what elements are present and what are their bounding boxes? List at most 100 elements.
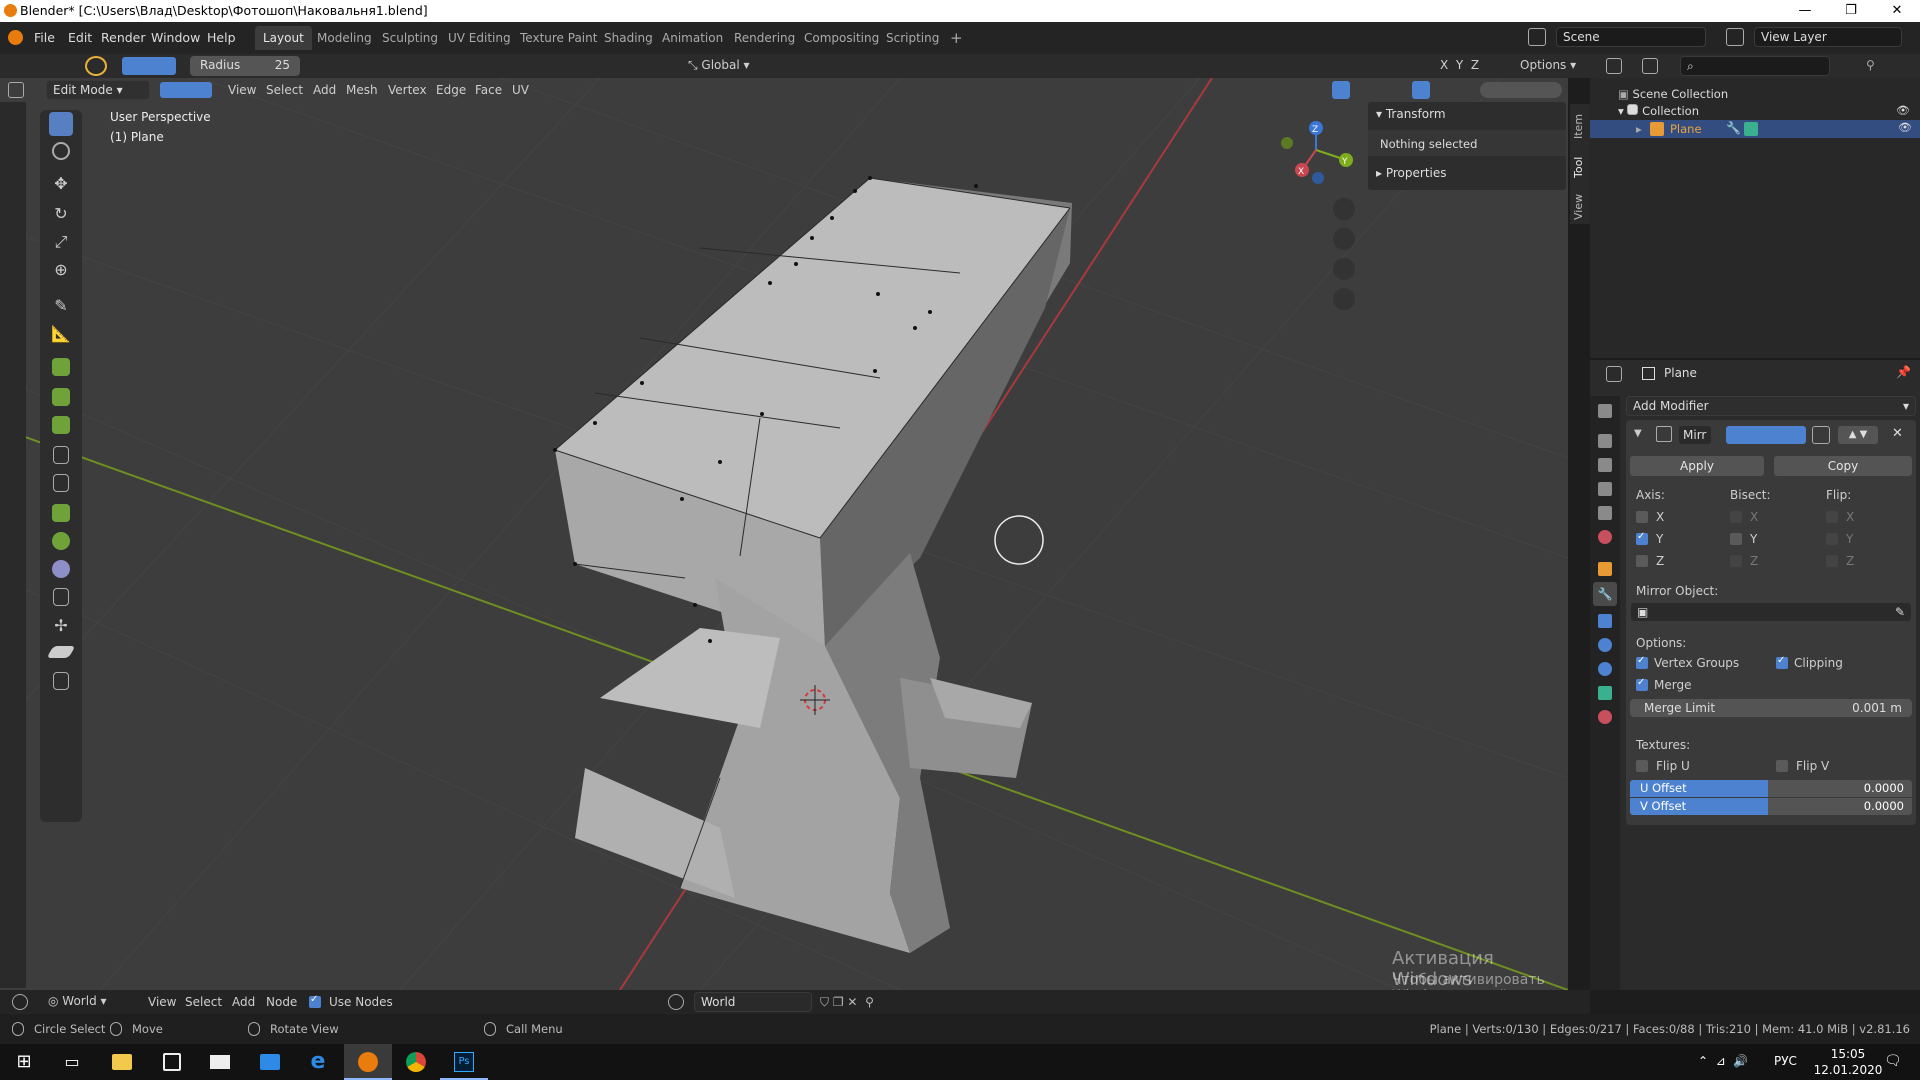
scale-tool-icon[interactable]: ⤢ [49, 232, 73, 256]
extrude-tool-icon[interactable] [52, 358, 70, 376]
bisect-x-checkbox[interactable] [1730, 511, 1742, 523]
output-properties-icon[interactable] [1598, 458, 1612, 472]
axis-x-checkbox[interactable] [1636, 511, 1648, 523]
inset-tool-icon[interactable] [52, 388, 70, 406]
plane-row[interactable]: ▸ Plane 🔧 👁 [1590, 120, 1920, 138]
menu-view-nodes[interactable]: View [148, 995, 176, 1009]
menu-edge[interactable]: Edge [436, 83, 466, 97]
mirror-object-field[interactable]: ▣ ✎ [1630, 602, 1912, 622]
scene-icon[interactable] [1528, 28, 1546, 46]
mode-dropdown[interactable]: Edit Mode ▾ [46, 80, 150, 100]
perspective-toggle-icon[interactable] [1333, 288, 1355, 310]
shrink-fatten-tool-icon[interactable]: ✢ [49, 616, 73, 640]
vertex-groups-checkbox[interactable] [1636, 655, 1648, 669]
axis-z-checkbox[interactable] [1636, 555, 1648, 567]
scene-field[interactable]: Scene [1556, 27, 1706, 47]
options-dropdown[interactable]: Options ▾ [1520, 58, 1576, 72]
measure-tool-icon[interactable]: 📐 [49, 324, 73, 348]
axis-y-checkbox[interactable] [1636, 531, 1648, 545]
menu-help[interactable]: Help [207, 30, 236, 45]
cursor-tool-icon[interactable] [52, 142, 70, 160]
constraints-properties-icon[interactable] [1598, 662, 1612, 676]
apply-button[interactable]: Apply [1630, 456, 1764, 476]
object-properties-icon[interactable] [1598, 562, 1612, 576]
menu-add-nodes[interactable]: Add [232, 995, 255, 1009]
minimize-button[interactable]: — [1782, 0, 1828, 22]
view-layer-field[interactable]: View Layer [1754, 27, 1902, 47]
shading-mode-buttons[interactable] [1480, 82, 1562, 98]
menu-vertex[interactable]: Vertex [388, 83, 427, 97]
properties-editor-type-icon[interactable] [1606, 366, 1622, 382]
tab-texture-paint[interactable]: Texture Paint [512, 26, 605, 50]
move-tool-icon[interactable]: ✥ [49, 174, 73, 198]
knife-tool-icon[interactable] [53, 474, 69, 492]
task-view-icon[interactable]: ▭ [48, 1044, 96, 1080]
tool-properties-icon[interactable] [1598, 404, 1612, 418]
collection-row[interactable]: ▾ Collection [1618, 104, 1699, 118]
mesh-data-icon[interactable] [1744, 122, 1758, 136]
tab-view[interactable]: View [1572, 190, 1590, 224]
bisect-y-checkbox[interactable] [1730, 533, 1742, 545]
collapsed-side-editor[interactable] [0, 102, 26, 988]
menu-add-3d[interactable]: Add [313, 83, 336, 97]
plane-expand-icon[interactable]: ▸ [1636, 122, 1642, 136]
u-offset-slider[interactable]: U Offset 0.0000 [1630, 780, 1912, 797]
tab-modeling[interactable]: Modeling [309, 26, 380, 50]
tab-rendering[interactable]: Rendering [726, 26, 803, 50]
bottom-editor-type-icon[interactable] [12, 994, 28, 1010]
pan-view-hand-icon[interactable] [1333, 228, 1355, 250]
world-properties-icon[interactable] [1598, 530, 1612, 544]
tab-sculpting[interactable]: Sculpting [374, 26, 446, 50]
flip-v-checkbox[interactable] [1776, 760, 1788, 772]
camera-view-icon[interactable] [1333, 258, 1355, 280]
modifier-collapse-icon[interactable]: ▼ [1634, 428, 1642, 439]
axis-x-button[interactable]: X [1440, 58, 1448, 72]
chrome-icon[interactable] [392, 1044, 440, 1080]
clock-date[interactable]: 12.01.2020 [1812, 1063, 1884, 1077]
modifier-properties-icon[interactable]: 🔧 [1593, 582, 1617, 606]
spin-tool-icon[interactable] [52, 532, 70, 550]
merge-checkbox[interactable] [1636, 677, 1648, 691]
world-type-dropdown[interactable]: ◎ World ▾ [48, 994, 107, 1008]
select-mode-vertex-edge-face[interactable] [160, 82, 212, 98]
particles-properties-icon[interactable] [1598, 614, 1612, 628]
tray-icons[interactable]: ⌃ ⊿ 🔊 [1698, 1054, 1748, 1068]
menu-file[interactable]: File [34, 30, 55, 45]
blender-taskbar-icon[interactable] [344, 1044, 392, 1080]
tab-uv-editing[interactable]: UV Editing [440, 26, 519, 50]
rotate-tool-icon[interactable]: ↻ [49, 204, 73, 228]
loop-cut-tool-icon[interactable] [53, 446, 69, 464]
material-properties-icon[interactable] [1598, 710, 1612, 724]
view-layer-properties-icon[interactable] [1598, 482, 1612, 496]
menu-uv[interactable]: UV [512, 83, 529, 97]
v-offset-slider[interactable]: V Offset 0.0000 [1630, 798, 1912, 815]
pin-icon[interactable]: 📌 [1896, 365, 1911, 379]
bisect-z-checkbox[interactable] [1730, 555, 1742, 567]
annotate-tool-icon[interactable]: ✎ [49, 296, 73, 320]
bevel-tool-icon[interactable] [52, 416, 70, 434]
mail-icon[interactable] [196, 1044, 244, 1080]
pivot-snap-controls[interactable] [772, 57, 862, 75]
3d-viewport[interactable]: Z Y X User Perspective (1) Plane Активац… [0, 78, 1568, 990]
outliner-display-mode-icon[interactable] [1642, 58, 1658, 74]
tab-animation[interactable]: Animation [654, 26, 731, 50]
clipping-checkbox[interactable] [1776, 655, 1788, 669]
properties-panel-header[interactable]: ▸ Properties [1376, 166, 1447, 180]
outliner-filter-icon[interactable]: ⚲ [1866, 58, 1882, 74]
axis-z-button[interactable]: Z [1471, 58, 1479, 72]
photoshop-icon[interactable]: Ps [440, 1044, 488, 1080]
plane-visibility-eye-icon[interactable]: 👁 [1898, 121, 1912, 134]
zoom-view-icon[interactable] [1333, 198, 1355, 220]
data-properties-icon[interactable] [1598, 686, 1612, 700]
edge-browser-icon[interactable]: e [294, 1044, 342, 1080]
tab-item[interactable]: Item [1572, 108, 1590, 144]
gizmo-toggle-icon[interactable] [1332, 81, 1350, 99]
tab-tool[interactable]: Tool [1572, 150, 1590, 184]
add-modifier-dropdown[interactable]: Add Modifier ▾ [1626, 396, 1916, 416]
menu-select-3d[interactable]: Select [266, 83, 303, 97]
overlay-toggle-icon[interactable] [1412, 81, 1430, 99]
eyedropper-icon[interactable]: ✎ [1895, 603, 1905, 621]
outliner-editor-type-icon[interactable] [1606, 58, 1622, 74]
axis-y-button[interactable]: Y [1456, 58, 1463, 72]
rip-region-tool-icon[interactable] [53, 672, 69, 690]
